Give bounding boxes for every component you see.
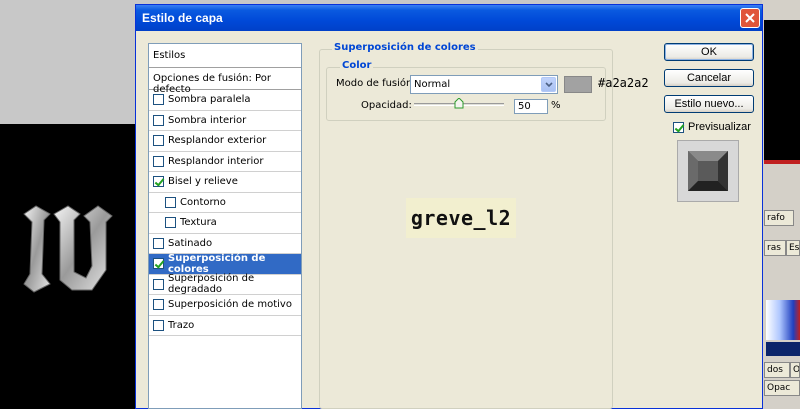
style-item-label: Contorno [180, 196, 226, 208]
style-item[interactable]: Textura [149, 213, 301, 234]
cancel-button[interactable]: Cancelar [664, 69, 754, 87]
color-swatch[interactable] [564, 76, 592, 93]
style-item-label: Superposición de degradado [168, 273, 255, 296]
gradient-swatch [766, 300, 800, 340]
style-item[interactable]: Superposición de degradado [149, 273, 301, 296]
style-item-checkbox[interactable] [165, 217, 176, 229]
opacity-label: Opacidad: [361, 100, 412, 111]
opacity-unit: % [551, 100, 561, 111]
close-icon [745, 13, 755, 23]
blending-options-item[interactable]: Opciones de fusión: Por defecto [149, 68, 301, 95]
opacity-input[interactable]: 50 [514, 99, 548, 114]
new-style-button[interactable]: Estilo nuevo... [664, 95, 754, 113]
opacity-slider-thumb[interactable] [454, 98, 464, 109]
color-hex-label: #a2a2a2 [598, 76, 649, 90]
style-item-label: Resplandor exterior [168, 135, 267, 147]
panel-tab[interactable]: Opac [764, 380, 800, 396]
style-item-label: Bisel y relieve [168, 176, 238, 188]
style-item-checkbox[interactable] [153, 299, 164, 311]
style-item-checkbox[interactable] [153, 176, 164, 188]
style-item[interactable]: Superposición de colores [149, 252, 301, 275]
style-item[interactable]: Bisel y relieve [149, 172, 301, 193]
style-item[interactable]: Sombra interior [149, 111, 301, 131]
style-item-label: Resplandor interior [168, 155, 264, 167]
style-item[interactable]: Superposición de motivo [149, 295, 301, 316]
selected-layer-strip [766, 342, 800, 356]
right-canvas-preview [764, 20, 800, 160]
style-item-label: Satinado [168, 237, 213, 249]
chevron-down-icon[interactable] [541, 77, 556, 92]
style-item-label: Trazo [168, 319, 195, 331]
style-item-checkbox[interactable] [153, 237, 164, 249]
panel-tab[interactable]: ras [764, 240, 786, 256]
style-item-label: Textura [180, 217, 217, 229]
color-subgroup-title: Color [340, 60, 374, 71]
dialog-title: Estilo de capa [142, 11, 223, 25]
style-item-label: Sombra interior [168, 114, 247, 126]
style-item-checkbox[interactable] [153, 278, 164, 290]
blend-mode-select[interactable]: Normal [410, 75, 558, 94]
panel-tab[interactable]: O [790, 362, 800, 378]
style-item-label: Superposición de colores [168, 252, 266, 275]
panel-tab[interactable]: dos [764, 362, 790, 378]
styles-list: Estilos Opciones de fusión: Por defecto … [148, 43, 302, 409]
style-item-checkbox[interactable] [153, 319, 164, 331]
style-item[interactable]: Resplandor exterior [149, 131, 301, 152]
style-item-label: Sombra paralela [168, 94, 251, 106]
panel-tab[interactable]: rafo [764, 210, 794, 226]
close-button[interactable] [740, 8, 760, 28]
style-item-checkbox[interactable] [165, 196, 176, 208]
preview-checkbox-box[interactable] [673, 121, 684, 133]
style-item[interactable]: Trazo [149, 316, 301, 336]
style-item-checkbox[interactable] [153, 258, 164, 270]
style-item-checkbox[interactable] [153, 114, 164, 126]
preview-bevel-square [688, 151, 728, 191]
preview-checkbox[interactable]: Previsualizar [673, 121, 751, 133]
dialog-titlebar[interactable]: Estilo de capa [136, 5, 762, 31]
color-overlay-group-title: Superposición de colores [332, 42, 478, 53]
watermark: greve_l2 [406, 198, 516, 238]
style-item-checkbox[interactable] [153, 135, 164, 147]
style-item-label: Superposición de motivo [168, 299, 292, 311]
style-item[interactable]: Satinado [149, 234, 301, 254]
style-item-checkbox[interactable] [153, 155, 164, 167]
bevel-letters-graphic [23, 205, 113, 293]
style-item-checkbox[interactable] [153, 94, 164, 106]
preview-label: Previsualizar [688, 121, 751, 133]
style-item[interactable]: Contorno [149, 193, 301, 213]
document-canvas [0, 124, 140, 409]
watermark-text: greve_l2 [410, 206, 512, 230]
layer-style-dialog: Estilo de capa Estilos Opciones de fusió… [135, 4, 763, 409]
right-red-line [764, 160, 800, 164]
ok-button[interactable]: OK [664, 43, 754, 61]
blend-mode-label: Modo de fusión: [336, 78, 416, 89]
panel-tab[interactable]: Es [786, 240, 800, 256]
blend-mode-value: Normal [414, 79, 451, 90]
styles-header[interactable]: Estilos [149, 44, 301, 68]
style-item[interactable]: Resplandor interior [149, 152, 301, 172]
style-preview-thumbnail [677, 140, 739, 202]
